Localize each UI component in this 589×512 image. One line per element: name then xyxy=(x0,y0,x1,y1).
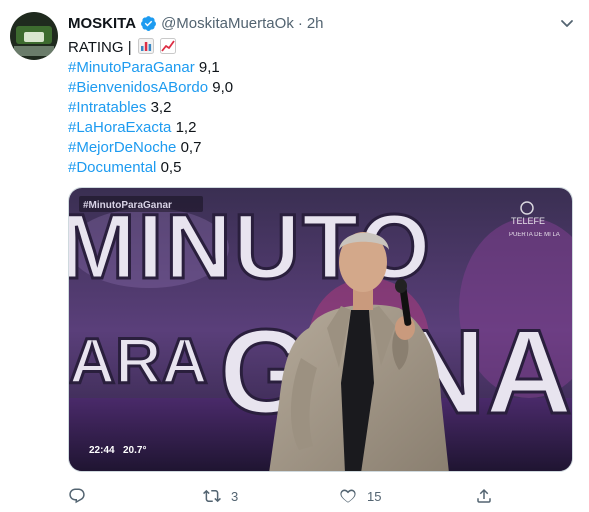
like-count: 15 xyxy=(367,488,382,504)
channel-subtext: PUERTA DE MI LA xyxy=(509,232,560,238)
hashtag-link[interactable]: #MinutoParaGanar xyxy=(68,59,195,76)
handle[interactable]: @MoskitaMuertaOk xyxy=(161,15,294,32)
broadcast-temperature: 20.7° xyxy=(123,445,146,456)
more-caret-icon[interactable] xyxy=(557,13,577,33)
reply-icon xyxy=(69,488,85,504)
rating-value: 9,0 xyxy=(212,79,234,96)
tweet-actions: 3 15 xyxy=(68,486,508,506)
like-button[interactable]: 15 xyxy=(339,486,381,506)
tv-frame-image: MINUTO ARA GANA #MinutoParaGanar TELEFE … xyxy=(69,188,572,471)
hashtag-link[interactable]: #Documental xyxy=(68,159,156,176)
hashtag-link[interactable]: #BienvenidosABordo xyxy=(68,79,208,96)
retweet-icon xyxy=(203,489,221,503)
tweet[interactable]: MOSKITA @MoskitaMuertaOk · 2h RATING | #… xyxy=(0,0,589,512)
hashtag-link[interactable]: #LaHoraExacta xyxy=(68,119,171,136)
broadcast-clock: 22:44 xyxy=(89,445,115,456)
channel-logo: TELEFE xyxy=(511,216,545,226)
separator: · xyxy=(297,14,303,32)
tweet-header: MOSKITA @MoskitaMuertaOk · 2h xyxy=(68,12,324,34)
share-button[interactable] xyxy=(475,486,493,506)
rating-row: #Documental 0,5 xyxy=(68,158,568,178)
hashtag-link[interactable]: #MejorDeNoche xyxy=(68,139,176,156)
set-text-para: ARA xyxy=(69,325,208,397)
rating-value: 3,2 xyxy=(150,99,172,116)
rating-value: 0,5 xyxy=(160,159,182,176)
overlay-hashtag: #MinutoParaGanar xyxy=(83,200,172,211)
avatar[interactable] xyxy=(10,12,58,60)
reply-button[interactable] xyxy=(68,486,96,506)
rating-row: #MejorDeNoche 0,7 xyxy=(68,138,568,158)
tweet-text: RATING | #MinutoParaGanar 9,1 #Bienvenid… xyxy=(68,38,568,178)
display-name[interactable]: MOSKITA xyxy=(68,15,136,32)
rating-label: RATING | xyxy=(68,39,132,56)
trend-up-emoji-icon xyxy=(159,38,176,54)
rating-heading: RATING | xyxy=(68,38,568,58)
timestamp[interactable]: 2h xyxy=(307,15,324,32)
share-icon xyxy=(477,488,491,503)
rating-value: 1,2 xyxy=(175,119,197,136)
verified-badge-icon xyxy=(141,15,156,31)
chart-emoji-icon xyxy=(137,38,154,54)
rating-row: #Intratables 3,2 xyxy=(68,98,568,118)
hashtag-link[interactable]: #Intratables xyxy=(68,99,146,116)
rating-row: #MinutoParaGanar 9,1 xyxy=(68,58,568,78)
like-icon xyxy=(340,489,356,503)
rating-value: 0,7 xyxy=(180,139,202,156)
rating-value: 9,1 xyxy=(198,59,220,76)
retweet-button[interactable]: 3 xyxy=(203,486,238,506)
rating-row: #LaHoraExacta 1,2 xyxy=(68,118,568,138)
rating-row: #BienvenidosABordo 9,0 xyxy=(68,78,568,98)
tweet-media[interactable]: MINUTO ARA GANA #MinutoParaGanar TELEFE … xyxy=(68,187,573,472)
retweet-count: 3 xyxy=(231,488,239,504)
